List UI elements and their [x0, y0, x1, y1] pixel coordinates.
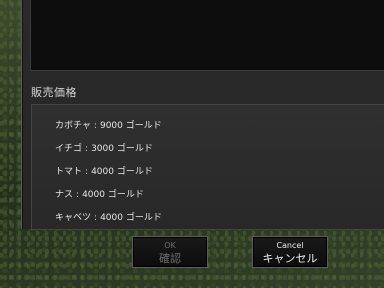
sell-price-dialog: 販売価格 カボチャ:9000 ゴールド イチゴ:3000 ゴールド トマト:40… [21, 0, 384, 230]
list-item: カボチャ:9000 ゴールド [55, 118, 162, 131]
currency-unit: ゴールド [116, 167, 153, 177]
item-name: ナス [55, 190, 74, 200]
cancel-label-jp: キャンセル [262, 252, 318, 265]
item-name: カボチャ [55, 121, 91, 131]
separator: : [93, 121, 97, 131]
currency-unit: ゴールド [107, 190, 144, 200]
ok-button[interactable]: OK 確認 [132, 236, 208, 268]
cancel-label-en: Cancel [276, 241, 304, 250]
item-price: 9000 [99, 121, 123, 131]
separator: : [85, 167, 89, 177]
separator: : [76, 190, 80, 200]
message-area [30, 0, 384, 71]
ok-label-en: OK [164, 241, 176, 250]
item-name: トマト [55, 167, 83, 177]
separator: : [85, 144, 89, 154]
item-price: 3000 [91, 144, 114, 154]
item-price: 4000 [100, 213, 123, 223]
price-list: カボチャ:9000 ゴールド イチゴ:3000 ゴールド トマト:4000 ゴー… [31, 104, 384, 230]
cancel-button[interactable]: Cancel キャンセル [252, 236, 328, 268]
item-price: 4000 [91, 167, 114, 177]
currency-unit: ゴールド [116, 144, 153, 154]
item-price: 4000 [82, 190, 105, 200]
ok-label-jp: 確認 [159, 252, 181, 265]
list-item: イチゴ:3000 ゴールド [55, 141, 153, 154]
section-title: 販売価格 [31, 86, 77, 99]
list-item: ナス:4000 ゴールド [55, 187, 144, 200]
list-item: トマト:4000 ゴールド [55, 164, 153, 177]
list-item: キャベツ:4000 ゴールド [55, 210, 162, 223]
separator: : [94, 213, 98, 223]
currency-unit: ゴールド [125, 213, 162, 223]
item-name: キャベツ [55, 213, 92, 223]
currency-unit: ゴールド [125, 121, 162, 131]
item-name: イチゴ [55, 144, 83, 154]
